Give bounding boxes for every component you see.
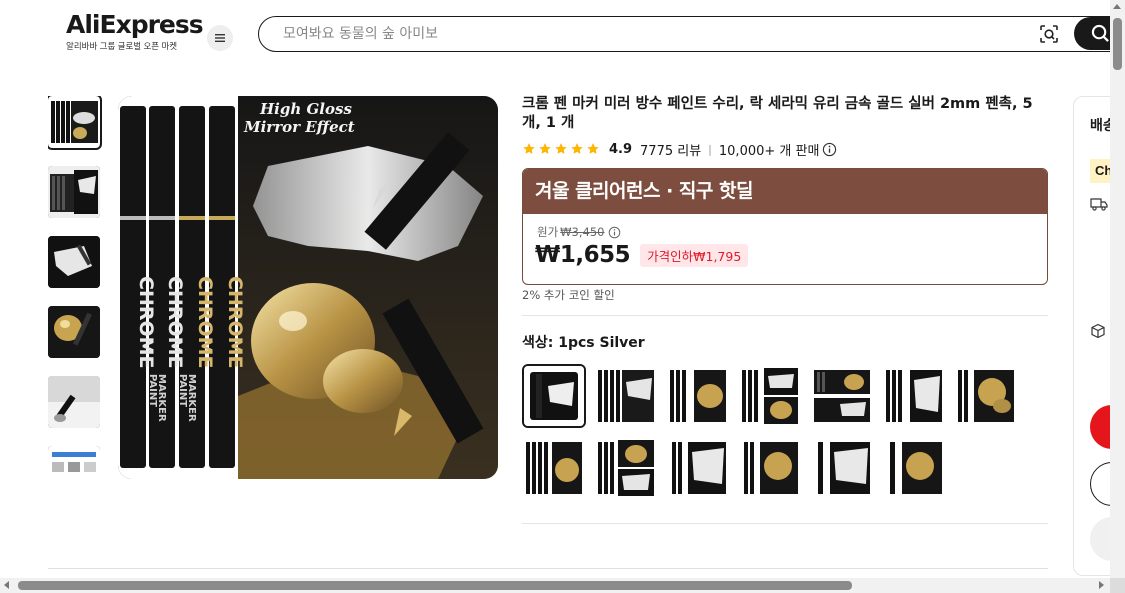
variant-option-13[interactable]: [884, 438, 944, 498]
original-price-label: 원가: [537, 225, 559, 239]
current-price: ₩1,655: [535, 242, 631, 268]
variant-image: [596, 366, 656, 426]
search-bar: [258, 16, 1125, 52]
variant-option-7[interactable]: [956, 366, 1016, 426]
star-icon: [555, 143, 567, 154]
divider: [522, 523, 1048, 524]
variant-image: [740, 366, 800, 426]
hamburger-icon: [215, 34, 225, 42]
product-image-markers: High Gloss Mirror Effect CHROME CHROME C…: [118, 96, 498, 479]
variant-label: 색상: 1pcs Silver: [522, 335, 645, 351]
variant-image: [524, 366, 584, 426]
thumbnail-1[interactable]: [48, 96, 102, 150]
variant-image: [668, 438, 728, 498]
variant-option-1[interactable]: [522, 364, 586, 428]
thumbnail-list: [48, 96, 102, 480]
thumbnail-6[interactable]: [48, 446, 100, 480]
star-rating[interactable]: [522, 142, 600, 156]
rating-score: 4.9: [609, 141, 633, 157]
thumbnail-3[interactable]: [48, 236, 100, 288]
scroll-right-arrow-icon[interactable]: [1099, 581, 1104, 589]
variant-option-6[interactable]: [884, 366, 944, 426]
variant-option-10[interactable]: [668, 438, 728, 498]
marker-label-3: CHROME: [194, 276, 216, 369]
variant-image: [956, 366, 1016, 426]
marker-label-4: CHROME: [224, 276, 246, 369]
search-icon: [1091, 24, 1109, 42]
package-icon: [1091, 323, 1105, 339]
product-title: 크롬 펜 마커 미러 방수 페인트 수리, 락 세라믹 유리 금속 골드 실버 …: [522, 96, 1033, 131]
divider: [48, 568, 1048, 569]
variant-option-4[interactable]: [740, 366, 800, 426]
product-thumbnail-image: [48, 166, 100, 218]
thumbnail-5[interactable]: [48, 376, 100, 428]
variant-image: [668, 366, 728, 426]
product-thumbnail-image: [48, 446, 100, 480]
variant-image: [884, 366, 944, 426]
variant-option-8[interactable]: [524, 438, 584, 498]
product-thumbnail-image: [48, 376, 100, 428]
star-icon: [523, 143, 535, 154]
product-thumbnail-image: [48, 236, 100, 288]
horizontal-scrollbar[interactable]: [0, 578, 1110, 593]
scroll-up-arrow-icon[interactable]: [1113, 4, 1121, 9]
thumbnail-2[interactable]: [48, 166, 100, 218]
variant-image: [812, 366, 872, 426]
scroll-left-arrow-icon[interactable]: [4, 581, 9, 589]
star-icon: [571, 143, 583, 154]
aliexpress-logo[interactable]: AliExpress 알리바바 그룹 글로벌 오픈 마켓: [66, 10, 204, 52]
truck-icon: [1090, 198, 1108, 211]
variant-option-12[interactable]: [812, 438, 872, 498]
variant-image: [812, 438, 872, 498]
original-price-row: 원가 ₩3,450: [537, 224, 621, 240]
horizontal-scroll-thumb[interactable]: [18, 581, 852, 590]
marker-type-3: MARKER: [156, 374, 167, 422]
marker-label-1: CHROME: [135, 276, 157, 369]
image-overlay-line2: Mirror Effect: [243, 118, 355, 136]
thumbnail-4[interactable]: [48, 306, 100, 358]
variant-option-2[interactable]: [596, 366, 656, 426]
variant-option-11[interactable]: [740, 438, 800, 498]
logo-text: AliExpress: [66, 10, 204, 39]
separator: |: [708, 142, 712, 156]
variant-option-9[interactable]: [596, 438, 656, 498]
product-thumbnail-image: [48, 306, 100, 358]
header: AliExpress 알리바바 그룹 글로벌 오픈 마켓: [0, 0, 1125, 66]
vertical-scrollbar[interactable]: [1110, 0, 1125, 578]
image-overlay-line1: High Gloss: [259, 100, 352, 118]
info-icon[interactable]: [822, 142, 837, 157]
variant-image: [884, 438, 944, 498]
marker-label-2: CHROME: [164, 276, 186, 369]
variant-image: [596, 438, 656, 498]
vertical-scroll-thumb[interactable]: [1113, 18, 1122, 70]
star-icon: [587, 143, 599, 154]
reviews-link[interactable]: 7775 리뷰: [640, 140, 701, 159]
product-thumbnail-image: [48, 96, 100, 148]
coin-discount-note: 2% 추가 코인 할인: [522, 288, 615, 302]
star-icon: [539, 143, 551, 154]
marker-type-4: MARKER: [186, 374, 197, 422]
search-input[interactable]: [283, 24, 983, 44]
menu-button[interactable]: [207, 25, 233, 51]
rating-row: 4.9 7775 리뷰 | 10,000+ 개 판매: [522, 140, 837, 159]
sold-count: 10,000+ 개 판매: [718, 143, 820, 159]
deal-price-box: 겨울 클리어런스 · 직구 핫딜 원가 ₩3,450 ₩1,655 가격인하₩1…: [522, 168, 1048, 285]
price-row: ₩1,655 가격인하₩1,795: [535, 242, 749, 268]
logo-tagline: 알리바바 그룹 글로벌 오픈 마켓: [66, 41, 178, 51]
variant-option-3[interactable]: [668, 366, 728, 426]
variant-image: [740, 438, 800, 498]
divider: [522, 315, 1048, 316]
image-search-icon[interactable]: [1039, 24, 1059, 44]
original-price: ₩3,450: [560, 225, 605, 239]
scrollbar-corner: [1110, 578, 1125, 593]
discount-badge: 가격인하₩1,795: [640, 243, 749, 267]
info-icon[interactable]: [608, 226, 621, 239]
variant-option-5[interactable]: [812, 366, 872, 426]
deal-banner: 겨울 클리어런스 · 직구 핫딜: [523, 169, 1047, 214]
main-product-image[interactable]: High Gloss Mirror Effect CHROME CHROME C…: [118, 96, 498, 479]
variant-image: [524, 438, 584, 498]
